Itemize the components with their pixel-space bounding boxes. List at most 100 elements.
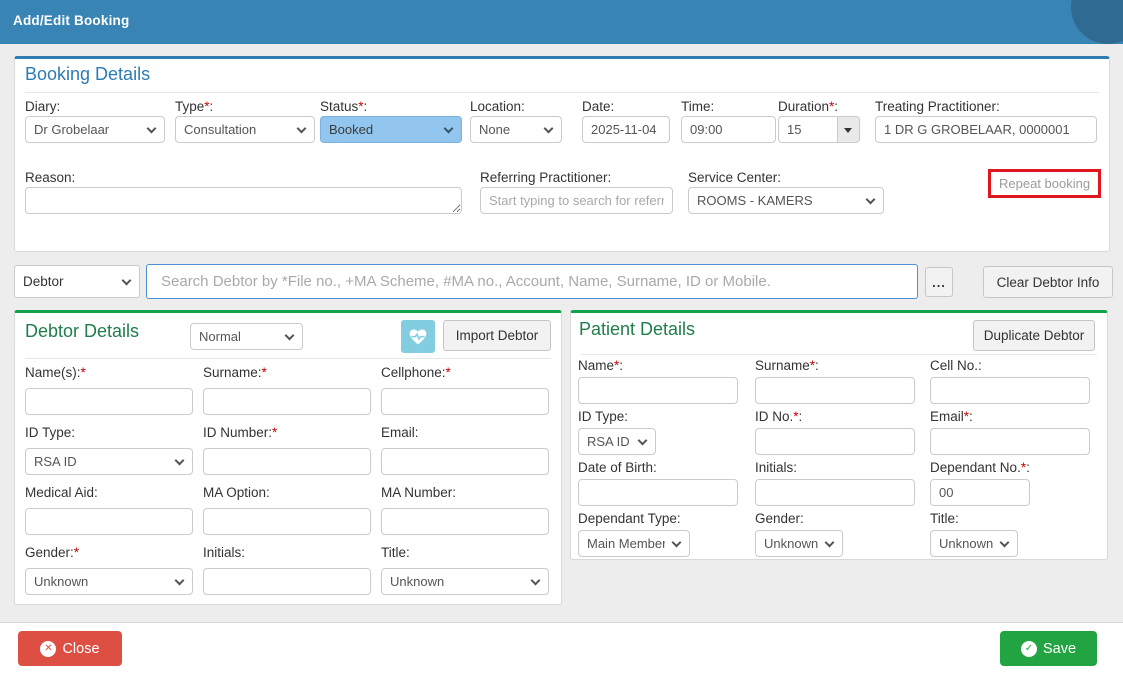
patient-dependant-no-input[interactable] [930, 479, 1030, 506]
debtor-medical-aid-field: Medical Aid: [25, 485, 193, 535]
divider [25, 358, 551, 359]
type-select[interactable]: Consultation [175, 116, 315, 143]
search-entity-select[interactable]: Debtor [14, 265, 140, 298]
debtor-names-label: Name(s):* [25, 365, 193, 388]
debtor-id-number-input[interactable] [203, 448, 371, 475]
referring-practitioner-field: Referring Practitioner: [480, 170, 673, 214]
medical-aid-button[interactable] [401, 320, 435, 353]
patient-surname-label: Surname*: [755, 358, 915, 377]
patient-initials-field: Initials: [755, 460, 915, 506]
debtor-title-select[interactable]: Unknown [381, 568, 549, 595]
debtor-id-type-field: ID Type: RSA ID [25, 425, 193, 475]
date-input[interactable] [582, 116, 670, 143]
debtor-initials-input[interactable] [203, 568, 371, 595]
treating-practitioner-label: Treating Practitioner: [875, 99, 1097, 116]
patient-id-type-select[interactable]: RSA ID [578, 428, 656, 455]
debtor-medical-aid-input[interactable] [25, 508, 193, 535]
patient-surname-input[interactable] [755, 377, 915, 404]
patient-details-panel: Patient Details Duplicate Debtor Name*: … [570, 310, 1108, 560]
search-entity-field: Debtor [14, 265, 140, 298]
patient-cell-field: Cell No.: [930, 358, 1090, 404]
debtor-gender-label: Gender:* [25, 545, 193, 568]
duration-dropdown-button[interactable] [838, 116, 860, 143]
patient-dependant-type-label: Dependant Type: [578, 511, 738, 530]
diary-field: Diary: Dr Grobelaar [25, 99, 165, 143]
debtor-id-number-field: ID Number:* [203, 425, 371, 475]
patient-title-label: Title: [930, 511, 1090, 530]
debtor-names-input[interactable] [25, 388, 193, 415]
debtor-surname-label: Surname:* [203, 365, 371, 388]
referring-practitioner-label: Referring Practitioner: [480, 170, 673, 187]
divider [581, 354, 1097, 355]
debtor-gender-select[interactable]: Unknown [25, 568, 193, 595]
patient-title-select[interactable]: Unknown [930, 530, 1018, 557]
treating-practitioner-input[interactable] [875, 116, 1097, 143]
debtor-initials-field: Initials: [203, 545, 371, 595]
reason-textarea[interactable] [25, 187, 462, 214]
type-field: Type*: Consultation [175, 99, 315, 143]
patient-dob-input[interactable] [578, 479, 738, 506]
type-label: Type*: [175, 99, 315, 116]
patient-surname-field: Surname*: [755, 358, 915, 404]
patient-dependant-type-field: Dependant Type: Main Member [578, 511, 738, 557]
patient-gender-select[interactable]: Unknown [755, 530, 843, 557]
status-label: Status*: [320, 99, 462, 116]
duplicate-debtor-button[interactable]: Duplicate Debtor [973, 320, 1095, 351]
location-select[interactable]: None [470, 116, 562, 143]
patient-dependant-no-field: Dependant No.*: [930, 460, 1090, 506]
diary-select[interactable]: Dr Grobelaar [25, 116, 165, 143]
date-field: Date: [582, 99, 670, 143]
time-label: Time: [681, 99, 776, 116]
location-field: Location: None [470, 99, 562, 143]
import-debtor-button[interactable]: Import Debtor [443, 320, 551, 351]
debtor-ma-number-input[interactable] [381, 508, 549, 535]
debtor-email-field: Email: [381, 425, 549, 475]
divider [25, 92, 1099, 93]
patient-cell-label: Cell No.: [930, 358, 1090, 377]
dialog-title: Add/Edit Booking [13, 13, 129, 28]
debtor-id-type-select[interactable]: RSA ID [25, 448, 193, 475]
heart-pulse-icon [408, 327, 428, 347]
patient-id-no-input[interactable] [755, 428, 915, 455]
repeat-booking-label: Repeat booking [999, 176, 1090, 191]
title-bar: Add/Edit Booking [0, 0, 1123, 44]
patient-email-label: Email*: [930, 409, 1090, 428]
close-button-label: Close [62, 641, 99, 657]
debtor-email-label: Email: [381, 425, 549, 448]
time-input[interactable] [681, 116, 776, 143]
debtor-cellphone-label: Cellphone:* [381, 365, 549, 388]
debtor-mode-select[interactable]: Normal [190, 323, 303, 350]
debtor-surname-input[interactable] [203, 388, 371, 415]
booking-details-panel: Booking Details Diary: Dr Grobelaar Type… [14, 56, 1110, 252]
close-button[interactable]: ✕ Close [18, 631, 122, 666]
save-button[interactable]: ✓ Save [1000, 631, 1097, 666]
debtor-names-field: Name(s):* [25, 365, 193, 415]
duration-input[interactable] [778, 116, 838, 143]
patient-cell-input[interactable] [930, 377, 1090, 404]
debtor-ma-option-input[interactable] [203, 508, 371, 535]
referring-practitioner-input[interactable] [480, 187, 673, 214]
patient-initials-input[interactable] [755, 479, 915, 506]
patient-email-input[interactable] [930, 428, 1090, 455]
patient-initials-label: Initials: [755, 460, 915, 479]
patient-name-input[interactable] [578, 377, 738, 404]
reason-label: Reason: [25, 170, 462, 187]
debtor-id-number-label: ID Number:* [203, 425, 371, 448]
patient-dob-field: Date of Birth: [578, 460, 738, 506]
debtor-search-input[interactable] [146, 264, 918, 299]
patient-dependant-type-select[interactable]: Main Member [578, 530, 690, 557]
search-more-button[interactable]: ... [925, 267, 953, 297]
service-center-label: Service Center: [688, 170, 884, 187]
clear-debtor-info-button[interactable]: Clear Debtor Info [983, 266, 1113, 298]
debtor-title-label: Title: [381, 545, 549, 568]
corner-decoration [1071, 0, 1123, 44]
service-center-select[interactable]: ROOMS - KAMERS [688, 187, 884, 214]
repeat-booking-link[interactable]: Repeat booking [988, 169, 1101, 198]
debtor-email-input[interactable] [381, 448, 549, 475]
debtor-initials-label: Initials: [203, 545, 371, 568]
debtor-title-field: Title: Unknown [381, 545, 549, 595]
status-select[interactable]: Booked [320, 116, 462, 143]
debtor-cellphone-input[interactable] [381, 388, 549, 415]
debtor-ma-number-field: MA Number: [381, 485, 549, 535]
debtor-ma-number-label: MA Number: [381, 485, 549, 508]
